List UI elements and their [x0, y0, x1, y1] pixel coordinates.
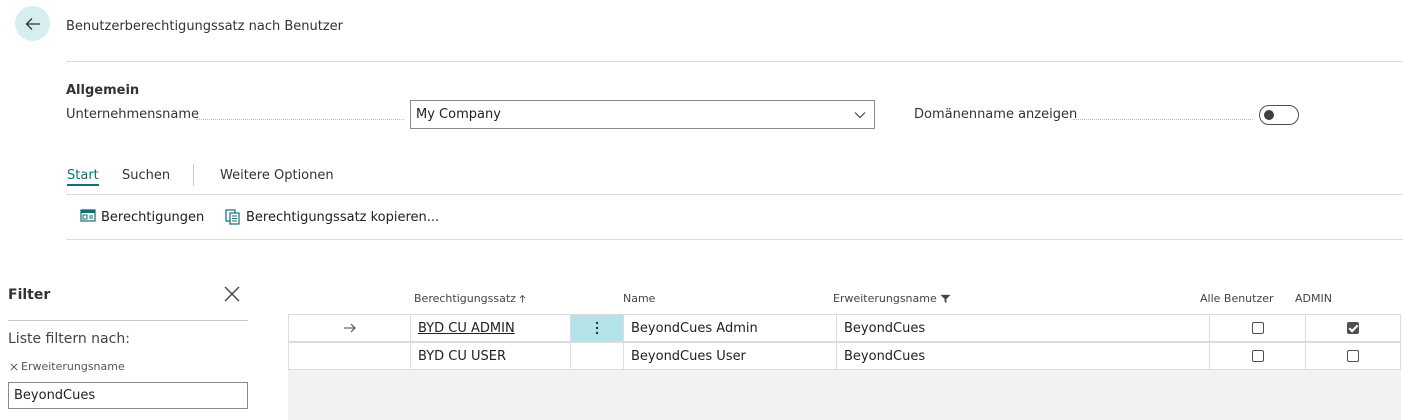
toggle-knob	[1264, 110, 1274, 120]
extension-name-cell: BeyondCues	[836, 315, 1209, 341]
arrow-right-icon	[343, 323, 356, 333]
row-selector[interactable]	[289, 343, 410, 369]
tab-separator	[193, 164, 194, 186]
group-title-general: Allgemein	[66, 83, 140, 98]
admin-checkbox[interactable]	[1347, 322, 1359, 334]
back-button[interactable]	[15, 6, 50, 41]
all-users-cell	[1209, 343, 1305, 369]
extension-name-cell: BeyondCues	[836, 343, 1209, 369]
chevron-down-icon	[854, 112, 866, 119]
actions-divider	[66, 239, 1403, 240]
company-name-select[interactable]: My Company	[410, 100, 875, 129]
field-leader-dots	[1073, 119, 1253, 120]
show-domain-name-label: Domänenname anzeigen	[914, 107, 1078, 122]
admin-cell	[1305, 315, 1400, 341]
page-title: Benutzerberechtigungssatz nach Benutzer	[66, 19, 343, 34]
column-header-name[interactable]: Name	[623, 292, 655, 305]
field-leader-dots	[196, 119, 404, 120]
row-actions-cell	[570, 343, 623, 369]
column-header-permission-set[interactable]: Berechtigungssatz	[414, 292, 526, 305]
all-users-cell	[1209, 315, 1305, 341]
copy-permission-set-label: Berechtigungssatz kopieren...	[246, 209, 440, 225]
more-vertical-icon	[595, 321, 599, 335]
permissions-button[interactable]: Berechtigungen	[80, 209, 204, 225]
copy-icon	[225, 209, 240, 225]
row-selector[interactable]	[289, 315, 410, 341]
column-header-extension-name[interactable]: Erweiterungsname	[833, 292, 951, 305]
name-cell: BeyondCues Admin	[623, 315, 836, 341]
filter-field: Erweiterungsname	[10, 360, 125, 373]
filter-divider	[8, 320, 248, 321]
tab-start[interactable]: Start	[67, 168, 99, 186]
column-header-admin[interactable]: ADMIN	[1295, 292, 1332, 305]
permissions-label: Berechtigungen	[101, 209, 205, 225]
admin-cell	[1305, 343, 1400, 369]
tab-more-options[interactable]: Weitere Optionen	[220, 168, 334, 183]
header-divider	[66, 61, 1403, 62]
filter-pane-title: Filter	[8, 287, 51, 303]
table-row[interactable]: BYD CU ADMIN BeyondCues Admin BeyondCues	[288, 314, 1401, 342]
name-cell: BeyondCues User	[623, 343, 836, 369]
permissions-icon	[80, 209, 96, 222]
filter-icon	[940, 294, 951, 303]
filter-value-input[interactable]	[8, 382, 248, 409]
column-header-all-users[interactable]: Alle Benutzer	[1200, 292, 1274, 305]
close-icon[interactable]	[222, 284, 242, 304]
tab-search[interactable]: Suchen	[122, 168, 170, 183]
table-row[interactable]: BYD CU USER BeyondCues User BeyondCues	[288, 342, 1401, 370]
sort-ascending-icon	[519, 294, 526, 302]
arrow-left-icon	[25, 17, 40, 30]
company-name-label: Unternehmensname	[66, 107, 199, 122]
remove-filter-icon[interactable]	[10, 362, 18, 371]
permission-set-cell[interactable]: BYD CU ADMIN	[410, 315, 570, 341]
row-actions-button[interactable]	[570, 315, 623, 341]
company-name-value: My Company	[416, 107, 501, 122]
admin-checkbox[interactable]	[1347, 350, 1359, 362]
show-domain-name-toggle[interactable]	[1259, 105, 1299, 125]
filter-field-name: Erweiterungsname	[21, 360, 125, 373]
filter-list-by-label: Liste filtern nach:	[8, 331, 130, 347]
all-users-checkbox[interactable]	[1251, 350, 1264, 362]
tabs-divider	[66, 194, 1403, 195]
permission-set-cell[interactable]: BYD CU USER	[410, 343, 570, 369]
copy-permission-set-button[interactable]: Berechtigungssatz kopieren...	[225, 209, 439, 225]
all-users-checkbox[interactable]	[1251, 322, 1264, 334]
